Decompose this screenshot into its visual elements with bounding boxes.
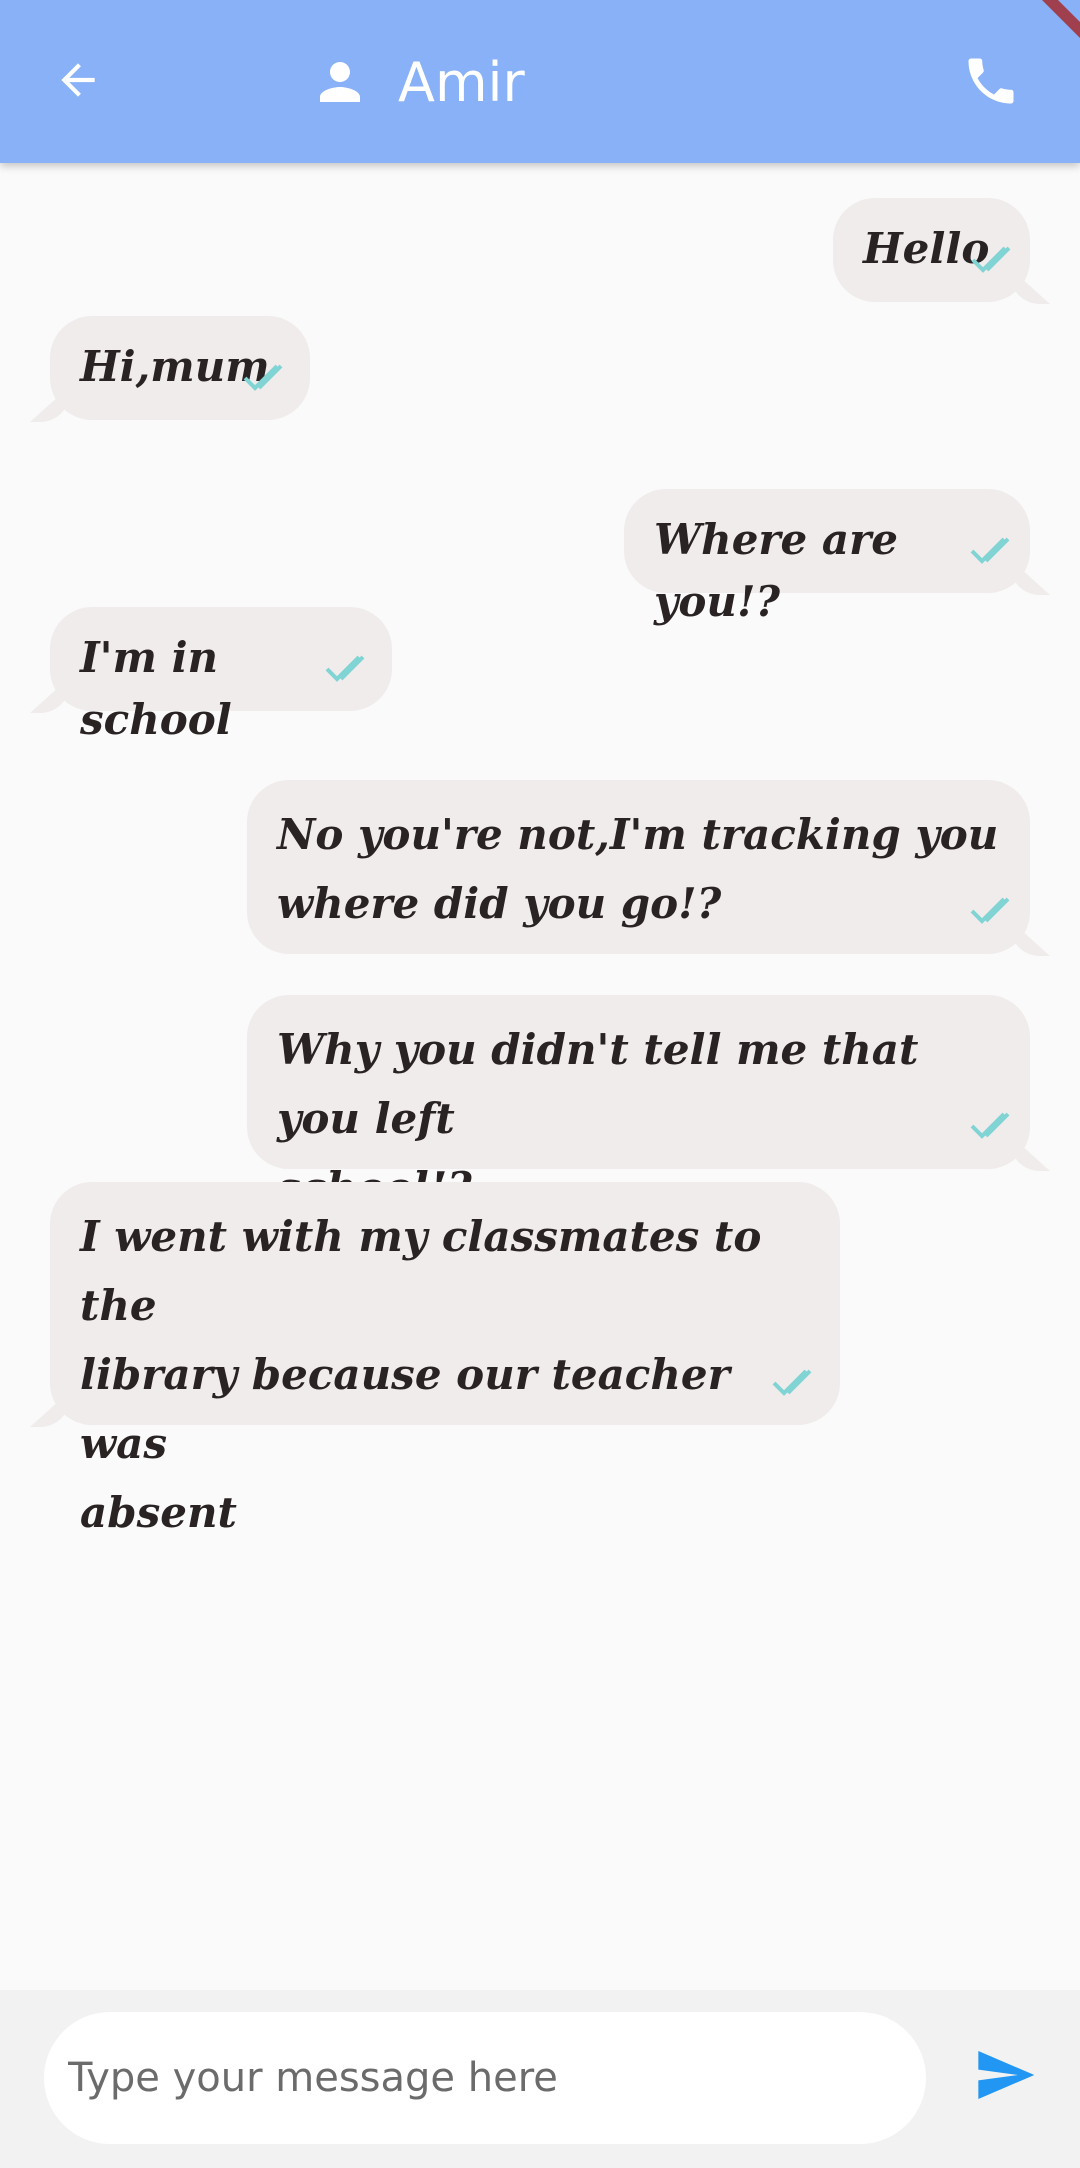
debug-banner [1042, 0, 1080, 38]
phone-icon [968, 58, 1014, 104]
double-check-icon [772, 1369, 812, 1396]
send-icon [978, 2051, 1035, 2099]
double-check-icon [971, 246, 1011, 273]
message-composer [0, 1990, 1080, 2168]
arrow-back-icon [61, 63, 95, 97]
message-text: Where are you!? [654, 515, 898, 626]
send-button[interactable] [970, 2040, 1040, 2110]
message-bubble-sent[interactable]: Where are you!? [624, 489, 1030, 626]
message-bubble-sent[interactable]: Why you didn't tell me that you left sch… [247, 995, 1030, 1212]
message-bubble-sent[interactable]: No you're not,I'm tracking you where did… [247, 780, 1030, 954]
double-check-icon [970, 537, 1010, 564]
double-check-icon [325, 655, 365, 682]
message-bubble-received[interactable]: I'm in school [50, 607, 392, 744]
message-input[interactable] [44, 2012, 926, 2144]
message-text: I went with my classmates to the library… [80, 1212, 762, 1537]
message-text: I'm in school [80, 633, 232, 744]
message-bubble-received[interactable]: Hi,mum [50, 316, 310, 420]
back-button[interactable] [40, 42, 116, 118]
double-check-icon [970, 897, 1010, 924]
contact-name: Amir [398, 50, 525, 114]
call-button[interactable] [955, 45, 1027, 117]
contact-header[interactable]: Amir [310, 40, 525, 124]
chat-screen: Amir Hello Hi,mum Where are you!? I'm in… [0, 0, 1080, 2168]
person-icon [320, 62, 360, 102]
message-text: No you're not,I'm tracking you where did… [277, 810, 999, 928]
double-check-icon [970, 1112, 1010, 1139]
message-bubble-sent[interactable]: Hello [833, 198, 1030, 302]
double-check-icon [243, 364, 283, 391]
app-bar: Amir [0, 0, 1080, 163]
message-bubble-received[interactable]: I went with my classmates to the library… [50, 1182, 840, 1537]
